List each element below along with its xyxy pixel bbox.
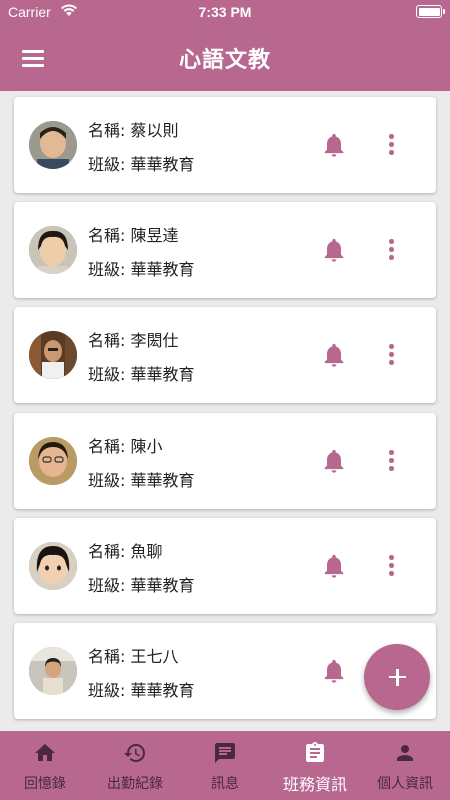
student-class: 班級: 華華教育 xyxy=(88,260,195,279)
avatar xyxy=(29,121,77,169)
student-list[interactable]: 名稱: 蔡以則 班級: 華華教育 名稱: 陳昱達 班級: 華華教育 名稱: 李閎… xyxy=(0,91,450,731)
student-name: 名稱: 陳昱達 xyxy=(88,226,179,245)
battery-icon xyxy=(416,5,445,18)
student-class: 班級: 華華教育 xyxy=(88,365,195,384)
student-card[interactable]: 名稱: 李閎仕 班級: 華華教育 xyxy=(14,307,436,403)
avatar xyxy=(29,226,77,274)
nav-item-memories[interactable]: 回憶錄 xyxy=(0,731,90,800)
nav-label: 出勤紀錄 xyxy=(107,776,163,792)
bell-icon[interactable] xyxy=(320,131,348,159)
nav-item-attendance[interactable]: 出勤紀錄 xyxy=(90,731,180,800)
nav-item-messages[interactable]: 訊息 xyxy=(180,731,270,800)
bell-icon[interactable] xyxy=(320,236,348,264)
nav-label: 個人資訊 xyxy=(377,776,433,792)
page-title: 心語文教 xyxy=(178,48,271,73)
student-name: 名稱: 蔡以則 xyxy=(88,121,179,140)
person-icon xyxy=(397,745,413,761)
add-button[interactable] xyxy=(364,644,430,710)
student-class: 班級: 華華教育 xyxy=(88,681,195,700)
more-options-icon[interactable] xyxy=(380,552,402,580)
home-icon xyxy=(35,744,55,761)
avatar xyxy=(29,437,77,485)
nav-item-profile[interactable]: 個人資訊 xyxy=(360,731,450,800)
student-name: 名稱: 李閎仕 xyxy=(88,331,179,350)
nav-item-class-info[interactable]: 班務資訊 xyxy=(270,731,360,800)
student-class: 班級: 華華教育 xyxy=(88,576,195,595)
status-bar: Carrier 7:33 PM xyxy=(0,0,450,24)
more-options-icon[interactable] xyxy=(380,341,402,369)
nav-label: 班務資訊 xyxy=(282,775,347,794)
bell-icon[interactable] xyxy=(320,657,348,685)
student-name: 名稱: 王七八 xyxy=(88,647,179,666)
more-options-icon[interactable] xyxy=(380,131,402,159)
bell-icon[interactable] xyxy=(320,341,348,369)
student-card[interactable]: 名稱: 蔡以則 班級: 華華教育 xyxy=(14,97,436,193)
nav-label: 訊息 xyxy=(211,776,239,792)
clock: 7:33 PM xyxy=(198,4,252,20)
app-bar: Carrier 7:33 PM 心語文教 xyxy=(0,0,450,91)
bottom-nav: 回憶錄 出勤紀錄 訊息 班務資訊 個人資訊 xyxy=(0,731,450,800)
bell-icon[interactable] xyxy=(320,552,348,580)
student-card[interactable]: 名稱: 陳昱達 班級: 華華教育 xyxy=(14,202,436,298)
student-class: 班級: 華華教育 xyxy=(88,471,195,490)
more-options-icon[interactable] xyxy=(380,447,402,475)
avatar xyxy=(29,331,77,379)
avatar xyxy=(29,542,77,590)
student-name: 名稱: 陳小 xyxy=(88,437,163,456)
nav-label: 回憶錄 xyxy=(24,776,66,792)
history-icon xyxy=(124,744,145,762)
avatar xyxy=(29,647,77,695)
message-icon xyxy=(215,743,235,763)
student-card[interactable]: 名稱: 魚聊 班級: 華華教育 xyxy=(14,518,436,614)
student-card[interactable]: 名稱: 陳小 班級: 華華教育 xyxy=(14,413,436,509)
more-options-icon[interactable] xyxy=(380,236,402,264)
student-name: 名稱: 魚聊 xyxy=(88,542,163,561)
student-class: 班級: 華華教育 xyxy=(88,155,195,174)
clipboard-icon xyxy=(306,742,324,762)
bell-icon[interactable] xyxy=(320,447,348,475)
